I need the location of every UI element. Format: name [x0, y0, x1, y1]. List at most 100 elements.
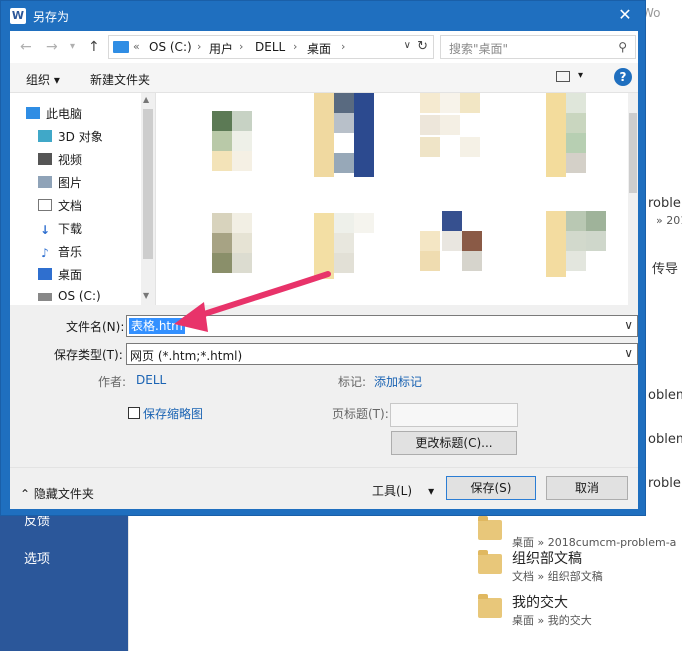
file-thumbnail[interactable] — [542, 211, 606, 277]
music-icon: ♪ — [41, 246, 49, 260]
annotation-arrow-icon — [174, 271, 331, 332]
tree-item-pictures[interactable]: 图片 — [38, 174, 82, 194]
cube-icon — [38, 130, 52, 142]
address-separator-icon[interactable]: › — [341, 40, 345, 53]
address-bar[interactable]: « OS (C:) › 用户 › DELL › 桌面 › ∨ ↻ — [108, 35, 434, 59]
search-box[interactable]: 搜索"桌面" ⚲ — [440, 35, 636, 59]
page-title-field — [390, 403, 518, 427]
back-arrow-icon[interactable]: ← — [20, 39, 32, 55]
save-type-select[interactable]: 网页 (*.htm;*.html) ∨ — [126, 343, 638, 365]
command-bar: 组织 ▾ 新建文件夹 ▾ ? — [10, 63, 638, 93]
dropdown-icon: ▾ — [428, 484, 435, 498]
address-segment[interactable]: 桌面 — [307, 40, 331, 57]
desktop-icon — [38, 268, 52, 280]
menu-options[interactable]: 选项 — [24, 548, 50, 567]
close-button[interactable]: ✕ — [605, 1, 645, 29]
download-icon: ↓ — [39, 223, 51, 237]
save-thumbnail-label[interactable]: 保存缩略图 — [143, 405, 203, 422]
recent-path: 桌面 » 我的交大 — [512, 614, 592, 627]
tree-item-videos[interactable]: 视频 — [38, 151, 82, 171]
backstage-divider — [128, 500, 129, 651]
address-segment[interactable]: DELL — [255, 40, 285, 54]
video-icon — [38, 153, 52, 165]
address-separator-icon[interactable]: › — [239, 40, 243, 53]
navigation-bar: ← → ▾ ↑ « OS (C:) › 用户 › DELL › 桌面 › ∨ ↻… — [10, 31, 638, 63]
recent-locations-chevron-icon[interactable]: ▾ — [70, 41, 75, 52]
save-thumbnail-checkbox[interactable] — [128, 407, 140, 419]
backstage-menu: 反馈 选项 — [0, 500, 128, 651]
address-segment[interactable]: OS (C:) — [149, 40, 192, 54]
drive-icon — [38, 293, 52, 301]
address-overflow[interactable]: « — [133, 40, 140, 53]
tree-item-this-pc[interactable]: 此电脑 — [26, 105, 82, 125]
tree-item-downloads[interactable]: ↓ 下载 — [38, 220, 82, 240]
organize-button[interactable]: 组织 ▾ — [26, 71, 60, 88]
document-icon — [38, 199, 52, 211]
save-type-value: 网页 (*.htm;*.html) — [130, 349, 243, 363]
address-separator-icon[interactable]: › — [197, 40, 201, 53]
chevron-up-icon: ⌃ — [20, 487, 34, 501]
view-options-icon[interactable] — [556, 71, 570, 82]
recent-partial-1[interactable]: roblem-A — [648, 196, 682, 211]
file-thumbnail[interactable] — [420, 211, 482, 277]
file-thumbnail[interactable] — [420, 93, 482, 159]
navigation-scrollbar[interactable]: ▲ ▼ — [141, 93, 155, 305]
save-type-label: 保存类型(T): — [54, 348, 123, 362]
address-separator-icon[interactable]: › — [293, 40, 297, 53]
recent-partial-4[interactable]: oblem-A — [648, 388, 682, 403]
refresh-icon[interactable]: ↻ — [417, 39, 428, 54]
save-button[interactable]: 保存(S) — [446, 476, 536, 500]
dialog-footer: ⌃ 隐藏文件夹 工具(L) ▾ 保存(S) 取消 — [10, 467, 638, 509]
file-thumbnail[interactable] — [200, 111, 262, 177]
computer-icon — [113, 41, 129, 53]
up-arrow-icon[interactable]: ↑ — [88, 39, 100, 55]
add-tags-link[interactable]: 添加标记 — [374, 373, 422, 390]
search-placeholder: 搜索"桌面" — [449, 42, 509, 56]
tree-item-os-drive[interactable]: OS (C:) — [38, 289, 101, 309]
recent-name: 我的交大 — [512, 595, 568, 611]
tools-button[interactable]: 工具(L) ▾ — [372, 482, 434, 499]
help-icon[interactable]: ? — [614, 68, 632, 86]
recent-path: 文档 » 组织部文稿 — [512, 570, 603, 583]
tree-item-desktop[interactable]: 桌面 — [38, 266, 82, 286]
address-dropdown-icon[interactable]: ∨ — [404, 40, 411, 51]
dialog-titlebar[interactable]: W 另存为 ✕ — [1, 1, 645, 31]
recent-item[interactable]: 我的交大 桌面 » 我的交大 — [476, 590, 682, 636]
file-list-scrollbar[interactable] — [628, 93, 638, 305]
recent-partial-2: » 2018 — [656, 214, 682, 227]
recent-partial-5[interactable]: oblem-A — [648, 432, 682, 447]
scroll-up-icon[interactable]: ▲ — [143, 95, 149, 104]
page-title-label: 页标题(T): — [332, 407, 389, 421]
folder-icon — [478, 550, 502, 574]
recent-partial-3[interactable]: 传导 — [652, 258, 678, 277]
new-folder-button[interactable]: 新建文件夹 — [90, 71, 150, 88]
recent-item[interactable]: 组织部文稿 文档 » 组织部文稿 — [476, 546, 682, 592]
file-thumbnail[interactable] — [542, 93, 604, 177]
navigation-pane: 此电脑 3D 对象 视频 图片 文档 ↓ 下载 ♪ 音乐 桌面 OS (C:) ▲ … — [10, 93, 156, 305]
tree-item-3d-objects[interactable]: 3D 对象 — [38, 128, 103, 148]
chevron-down-icon[interactable]: ∨ — [624, 318, 633, 332]
address-segment[interactable]: 用户 — [209, 40, 233, 57]
tree-item-documents[interactable]: 文档 — [38, 197, 82, 217]
recent-name: 组织部文稿 — [512, 551, 582, 567]
folder-icon — [478, 594, 502, 618]
file-name-label: 文件名(N): — [66, 320, 125, 334]
scroll-down-icon[interactable]: ▼ — [143, 291, 149, 300]
recent-partial-6[interactable]: roblem-A — [648, 476, 682, 491]
computer-icon — [26, 107, 40, 119]
cancel-button[interactable]: 取消 — [546, 476, 628, 500]
file-thumbnail[interactable] — [310, 93, 374, 177]
change-title-button[interactable]: 更改标题(C)... — [391, 431, 517, 455]
tags-label: 标记: — [338, 375, 367, 389]
hide-folders-button[interactable]: ⌃ 隐藏文件夹 — [20, 485, 94, 502]
scrollbar-thumb[interactable] — [629, 113, 637, 193]
dialog-title: 另存为 — [33, 10, 70, 24]
author-value[interactable]: DELL — [136, 373, 166, 387]
search-icon[interactable]: ⚲ — [618, 40, 627, 54]
view-dropdown-icon[interactable]: ▾ — [578, 70, 583, 81]
forward-arrow-icon[interactable]: → — [46, 39, 58, 55]
tree-item-music[interactable]: ♪ 音乐 — [38, 243, 82, 263]
word-icon: W — [10, 8, 26, 24]
scrollbar-thumb[interactable] — [143, 109, 153, 259]
chevron-down-icon[interactable]: ∨ — [624, 346, 633, 360]
